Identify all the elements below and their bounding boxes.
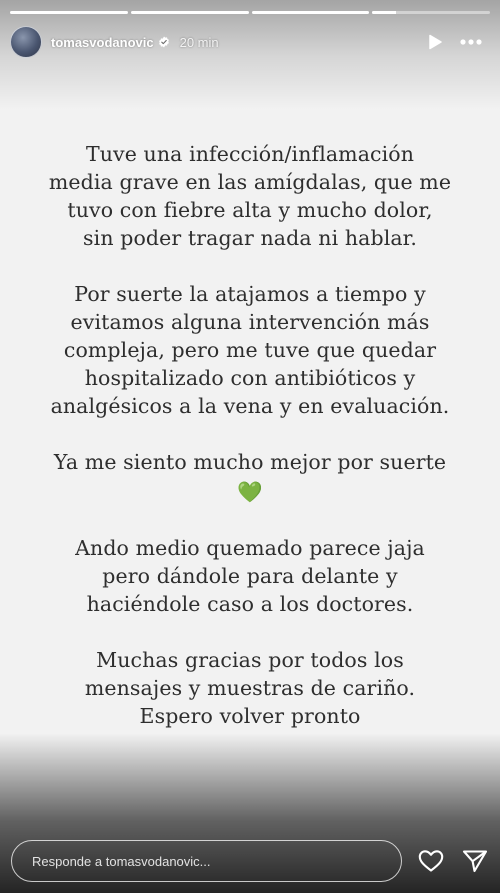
progress-segment-fill [251, 11, 370, 14]
story-line: mensajes y muestras de cariño. [84, 675, 416, 700]
story-line: sin poder tragar nada ni hablar. [83, 226, 417, 250]
progress-segment-fill [130, 11, 249, 14]
reply-input[interactable] [11, 840, 402, 882]
heart-outline-icon[interactable] [418, 849, 444, 873]
progress-segment-fill [372, 11, 396, 14]
story-line: hospitalizado con antibióticos y [84, 366, 416, 390]
progress-segment [10, 11, 128, 14]
reply-actions [418, 849, 488, 873]
story-paragraph: Ando medio quemado parece jaja pero dándo… [20, 534, 480, 618]
story-header: tomasvodanovic 20 min [10, 26, 490, 58]
story-text: Tuve una infección/inflamación media grav… [20, 140, 480, 758]
progress-segment [372, 11, 490, 14]
story-line: media grave en las amígdalas, que me [48, 170, 452, 194]
story-line: analgésicos a la vena y en evaluación. [50, 394, 450, 418]
green-heart-icon: 💚 [237, 479, 263, 504]
story-line: evitamos alguna intervención más [70, 310, 430, 334]
send-icon[interactable] [462, 849, 488, 873]
story-progress-bar [10, 11, 490, 14]
story-paragraph: Ya me siento mucho mejor por suerte 💚 [20, 448, 480, 506]
progress-segment [130, 11, 249, 14]
story-paragraph: Tuve una infección/inflamación media grav… [20, 140, 480, 252]
story-paragraph: Muchas gracias por todos los mensajes y m… [20, 646, 480, 730]
story-line: pero dándole para delante y [102, 563, 398, 588]
play-icon[interactable] [428, 34, 442, 50]
story-line: Espero volver pronto [139, 703, 361, 728]
avatar[interactable] [10, 26, 42, 58]
story-line: Tuve una infección/inflamación [85, 142, 415, 166]
post-time: 20 min [179, 34, 219, 50]
emoji-line: 💚 [20, 476, 480, 506]
reply-bar [11, 839, 491, 883]
story-paragraph: Por suerte la atajamos a tiempo y evitamo… [20, 280, 480, 420]
story-line: tuvo con fiebre alta y mucho dolor, [67, 198, 433, 222]
verified-badge-icon [158, 36, 169, 48]
story-line: Por suerte la atajamos a tiempo y [74, 282, 426, 306]
story-line: Ya me siento mucho mejor por suerte [53, 450, 447, 474]
progress-segment-fill [10, 11, 128, 14]
story-line: Ando medio quemado parece jaja [75, 535, 425, 560]
story-line: Muchas gracias por todos los [96, 647, 404, 672]
progress-segment [251, 11, 370, 14]
story-line: haciéndole caso a los doctores. [86, 591, 414, 616]
username[interactable]: tomasvodanovic [51, 35, 154, 50]
more-options-icon[interactable] [460, 39, 482, 45]
header-actions [428, 34, 490, 50]
story-line: compleja, pero me tuve que quedar [63, 338, 437, 362]
story-viewer[interactable]: tomasvodanovic 20 min Tuve una infección… [0, 0, 500, 893]
